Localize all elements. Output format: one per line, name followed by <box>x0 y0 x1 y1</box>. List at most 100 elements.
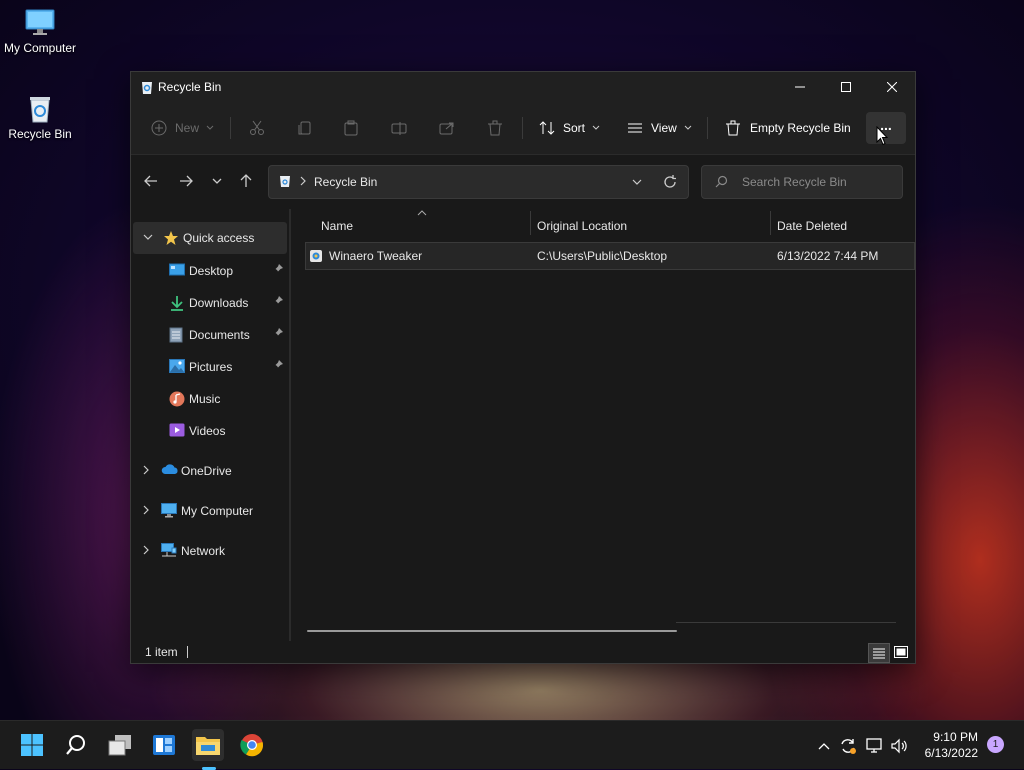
winaero-tweaker-icon <box>310 250 322 262</box>
title-bar[interactable]: Recycle Bin <box>131 72 915 102</box>
desktop-icon-label: My Computer <box>3 41 77 55</box>
sidebar-item-label: Network <box>181 544 226 558</box>
table-row[interactable]: Winaero Tweaker C:\Users\Public\Desktop … <box>305 242 915 270</box>
scrollbar-track <box>676 622 896 623</box>
taskbar-search-button[interactable] <box>60 729 92 761</box>
file-explorer-window: Recycle Bin New Sort View Empty Recycle … <box>130 71 916 664</box>
column-divider[interactable] <box>770 211 771 235</box>
view-label: View <box>651 121 677 135</box>
column-header-original-location[interactable]: Original Location <box>537 219 627 233</box>
paste-icon <box>344 120 358 136</box>
minimize-icon <box>795 86 805 88</box>
pin-icon[interactable] <box>273 296 283 306</box>
large-icons-view-button[interactable] <box>891 643 911 661</box>
horizontal-scrollbar[interactable] <box>307 630 677 632</box>
maximize-icon <box>841 82 851 92</box>
view-button[interactable]: View <box>627 112 693 144</box>
sidebar-item-desktop[interactable]: Desktop <box>131 255 289 287</box>
chevron-right-icon <box>300 176 306 186</box>
search-input[interactable]: Search Recycle Bin <box>701 165 903 199</box>
copy-button[interactable] <box>297 112 313 144</box>
chevron-right-icon[interactable] <box>141 505 151 515</box>
sidebar-item-pictures[interactable]: Pictures <box>131 351 289 383</box>
search-icon <box>66 735 85 755</box>
breadcrumb[interactable]: Recycle Bin <box>314 175 377 189</box>
desktop-icon-recycle-bin[interactable]: Recycle Bin <box>0 94 80 141</box>
toolbar-separator <box>707 117 708 139</box>
sync-icon <box>841 739 856 754</box>
network-tray-button[interactable] <box>864 735 886 757</box>
column-header-date-deleted[interactable]: Date Deleted <box>777 219 847 233</box>
close-button[interactable] <box>869 72 915 102</box>
share-button[interactable] <box>439 112 455 144</box>
sidebar-item-network[interactable]: Network <box>131 535 289 567</box>
paste-button[interactable] <box>343 112 359 144</box>
pin-icon[interactable] <box>273 264 283 274</box>
chrome-taskbar-button[interactable] <box>236 729 268 761</box>
chevron-right-icon[interactable] <box>141 545 151 555</box>
navigation-pane: Quick access Desktop Downloads Documents… <box>131 209 289 641</box>
network-icon <box>161 543 177 557</box>
column-header-name[interactable]: Name <box>321 219 353 233</box>
videos-icon <box>169 423 185 437</box>
file-explorer-taskbar-button[interactable] <box>192 729 224 770</box>
pin-icon[interactable] <box>273 360 283 370</box>
start-button[interactable] <box>16 729 48 761</box>
new-button[interactable]: New <box>151 112 215 144</box>
sidebar-item-label: Documents <box>189 328 250 342</box>
documents-icon <box>169 327 183 343</box>
sidebar-item-documents[interactable]: Documents <box>131 319 289 351</box>
copy-icon <box>298 121 311 135</box>
volume-tray-button[interactable] <box>889 735 911 757</box>
chevron-down-icon <box>212 178 222 184</box>
sidebar-item-quick-access[interactable]: Quick access <box>133 222 287 254</box>
file-original-location: C:\Users\Public\Desktop <box>537 249 668 263</box>
sync-tray-button[interactable] <box>837 735 859 757</box>
widgets-icon <box>153 735 175 755</box>
command-bar: New Sort View Empty Recycle Bin ... <box>131 102 915 155</box>
delete-button[interactable] <box>487 112 503 144</box>
sidebar-item-label: OneDrive <box>181 464 232 478</box>
show-hidden-icons-button[interactable] <box>813 735 835 757</box>
search-icon <box>715 175 728 188</box>
system-clock[interactable]: 9:10 PM 6/13/2022 <box>914 729 978 761</box>
toolbar-separator <box>522 117 523 139</box>
recycle-bin-icon <box>30 97 50 123</box>
details-view-icon <box>873 648 885 659</box>
details-view-button[interactable] <box>868 643 890 663</box>
trash-icon <box>488 120 502 136</box>
cut-button[interactable] <box>249 112 265 144</box>
empty-recycle-bin-label: Empty Recycle Bin <box>750 121 851 135</box>
chevron-right-icon[interactable] <box>141 465 151 475</box>
widgets-button[interactable] <box>148 729 180 761</box>
forward-button[interactable] <box>174 169 198 193</box>
empty-recycle-bin-button[interactable]: Empty Recycle Bin <box>725 112 851 144</box>
desktop-icon-my-computer[interactable]: My Computer <box>0 8 80 55</box>
up-button[interactable] <box>234 169 258 193</box>
chevron-down-icon[interactable] <box>631 176 643 188</box>
column-divider[interactable] <box>530 211 531 235</box>
rename-button[interactable] <box>391 112 407 144</box>
recent-locations-button[interactable] <box>205 169 229 193</box>
notification-badge[interactable]: 1 <box>987 736 1004 753</box>
sidebar-item-videos[interactable]: Videos <box>131 415 289 447</box>
sort-button[interactable]: Sort <box>539 112 601 144</box>
recycle-bin-icon <box>142 82 152 94</box>
status-divider <box>187 646 188 658</box>
downloads-icon <box>171 296 183 311</box>
arrow-right-icon <box>180 175 193 187</box>
close-icon <box>887 82 897 92</box>
sidebar-item-onedrive[interactable]: OneDrive <box>131 455 289 487</box>
pin-icon[interactable] <box>273 328 283 338</box>
window-title: Recycle Bin <box>158 80 222 94</box>
address-bar[interactable]: Recycle Bin <box>268 165 689 199</box>
maximize-button[interactable] <box>823 72 869 102</box>
sidebar-item-downloads[interactable]: Downloads <box>131 287 289 319</box>
minimize-button[interactable] <box>777 72 823 102</box>
task-view-button[interactable] <box>104 729 136 761</box>
view-list-icon <box>628 123 642 133</box>
refresh-icon[interactable] <box>663 175 677 189</box>
sidebar-item-my-computer[interactable]: My Computer <box>131 495 289 527</box>
back-button[interactable] <box>139 169 163 193</box>
sidebar-item-music[interactable]: Music <box>131 383 289 415</box>
